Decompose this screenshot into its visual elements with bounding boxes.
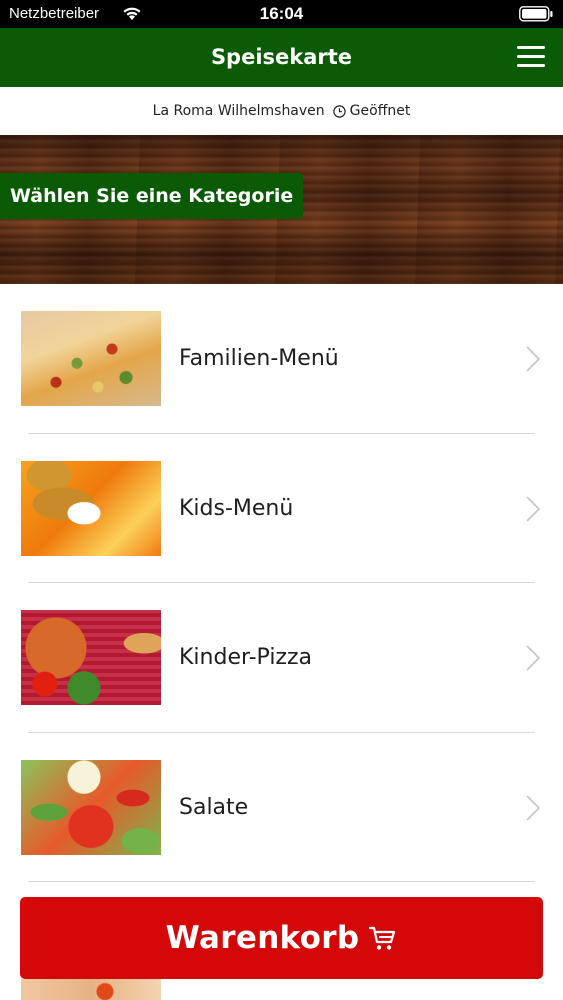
category-item-salate[interactable]: Salate: [0, 733, 563, 882]
battery-icon: [519, 6, 553, 22]
cart-button-label: Warenkorb: [165, 920, 360, 956]
category-banner: Wählen Sie eine Kategorie: [0, 135, 563, 284]
category-label: Familien-Menü: [179, 346, 339, 371]
status-bar: Netzbetreiber 16:04: [0, 0, 563, 28]
category-item-familien-menu[interactable]: Familien-Menü: [0, 284, 563, 434]
category-label: Salate: [179, 794, 249, 820]
nav-bar: Speisekarte: [0, 28, 563, 87]
cart-button[interactable]: Warenkorb: [20, 897, 543, 979]
divider: [28, 881, 535, 882]
category-image: [21, 610, 161, 705]
category-image: [21, 759, 161, 855]
chevron-right-icon: [526, 794, 541, 821]
category-image: [21, 460, 161, 556]
restaurant-info-bar: La Roma Wilhelmshaven Geöffnet: [0, 87, 563, 135]
chevron-right-icon: [526, 495, 541, 522]
category-list: Familien-Menü Kids-Menü Kinder-Pizza Sal…: [0, 284, 563, 882]
category-image: [21, 311, 161, 406]
category-item-kinder-pizza[interactable]: Kinder-Pizza: [0, 583, 563, 733]
page-title: Speisekarte: [210, 45, 353, 69]
category-label: Kids-Menü: [179, 495, 294, 521]
shopping-cart-icon: [369, 926, 396, 950]
restaurant-name: La Roma Wilhelmshaven: [152, 103, 325, 119]
banner-heading: Wählen Sie eine Kategorie: [0, 173, 304, 219]
next-category-image: [21, 979, 161, 1000]
open-status: Geöffnet: [349, 103, 411, 119]
hamburger-menu-icon[interactable]: [517, 44, 547, 70]
category-item-kids-menu[interactable]: Kids-Menü: [0, 434, 563, 583]
clock-icon: [332, 104, 346, 118]
chevron-right-icon: [526, 346, 541, 372]
chevron-right-icon: [526, 645, 541, 671]
status-time: 16:04: [259, 4, 304, 23]
category-label: Kinder-Pizza: [179, 645, 313, 670]
